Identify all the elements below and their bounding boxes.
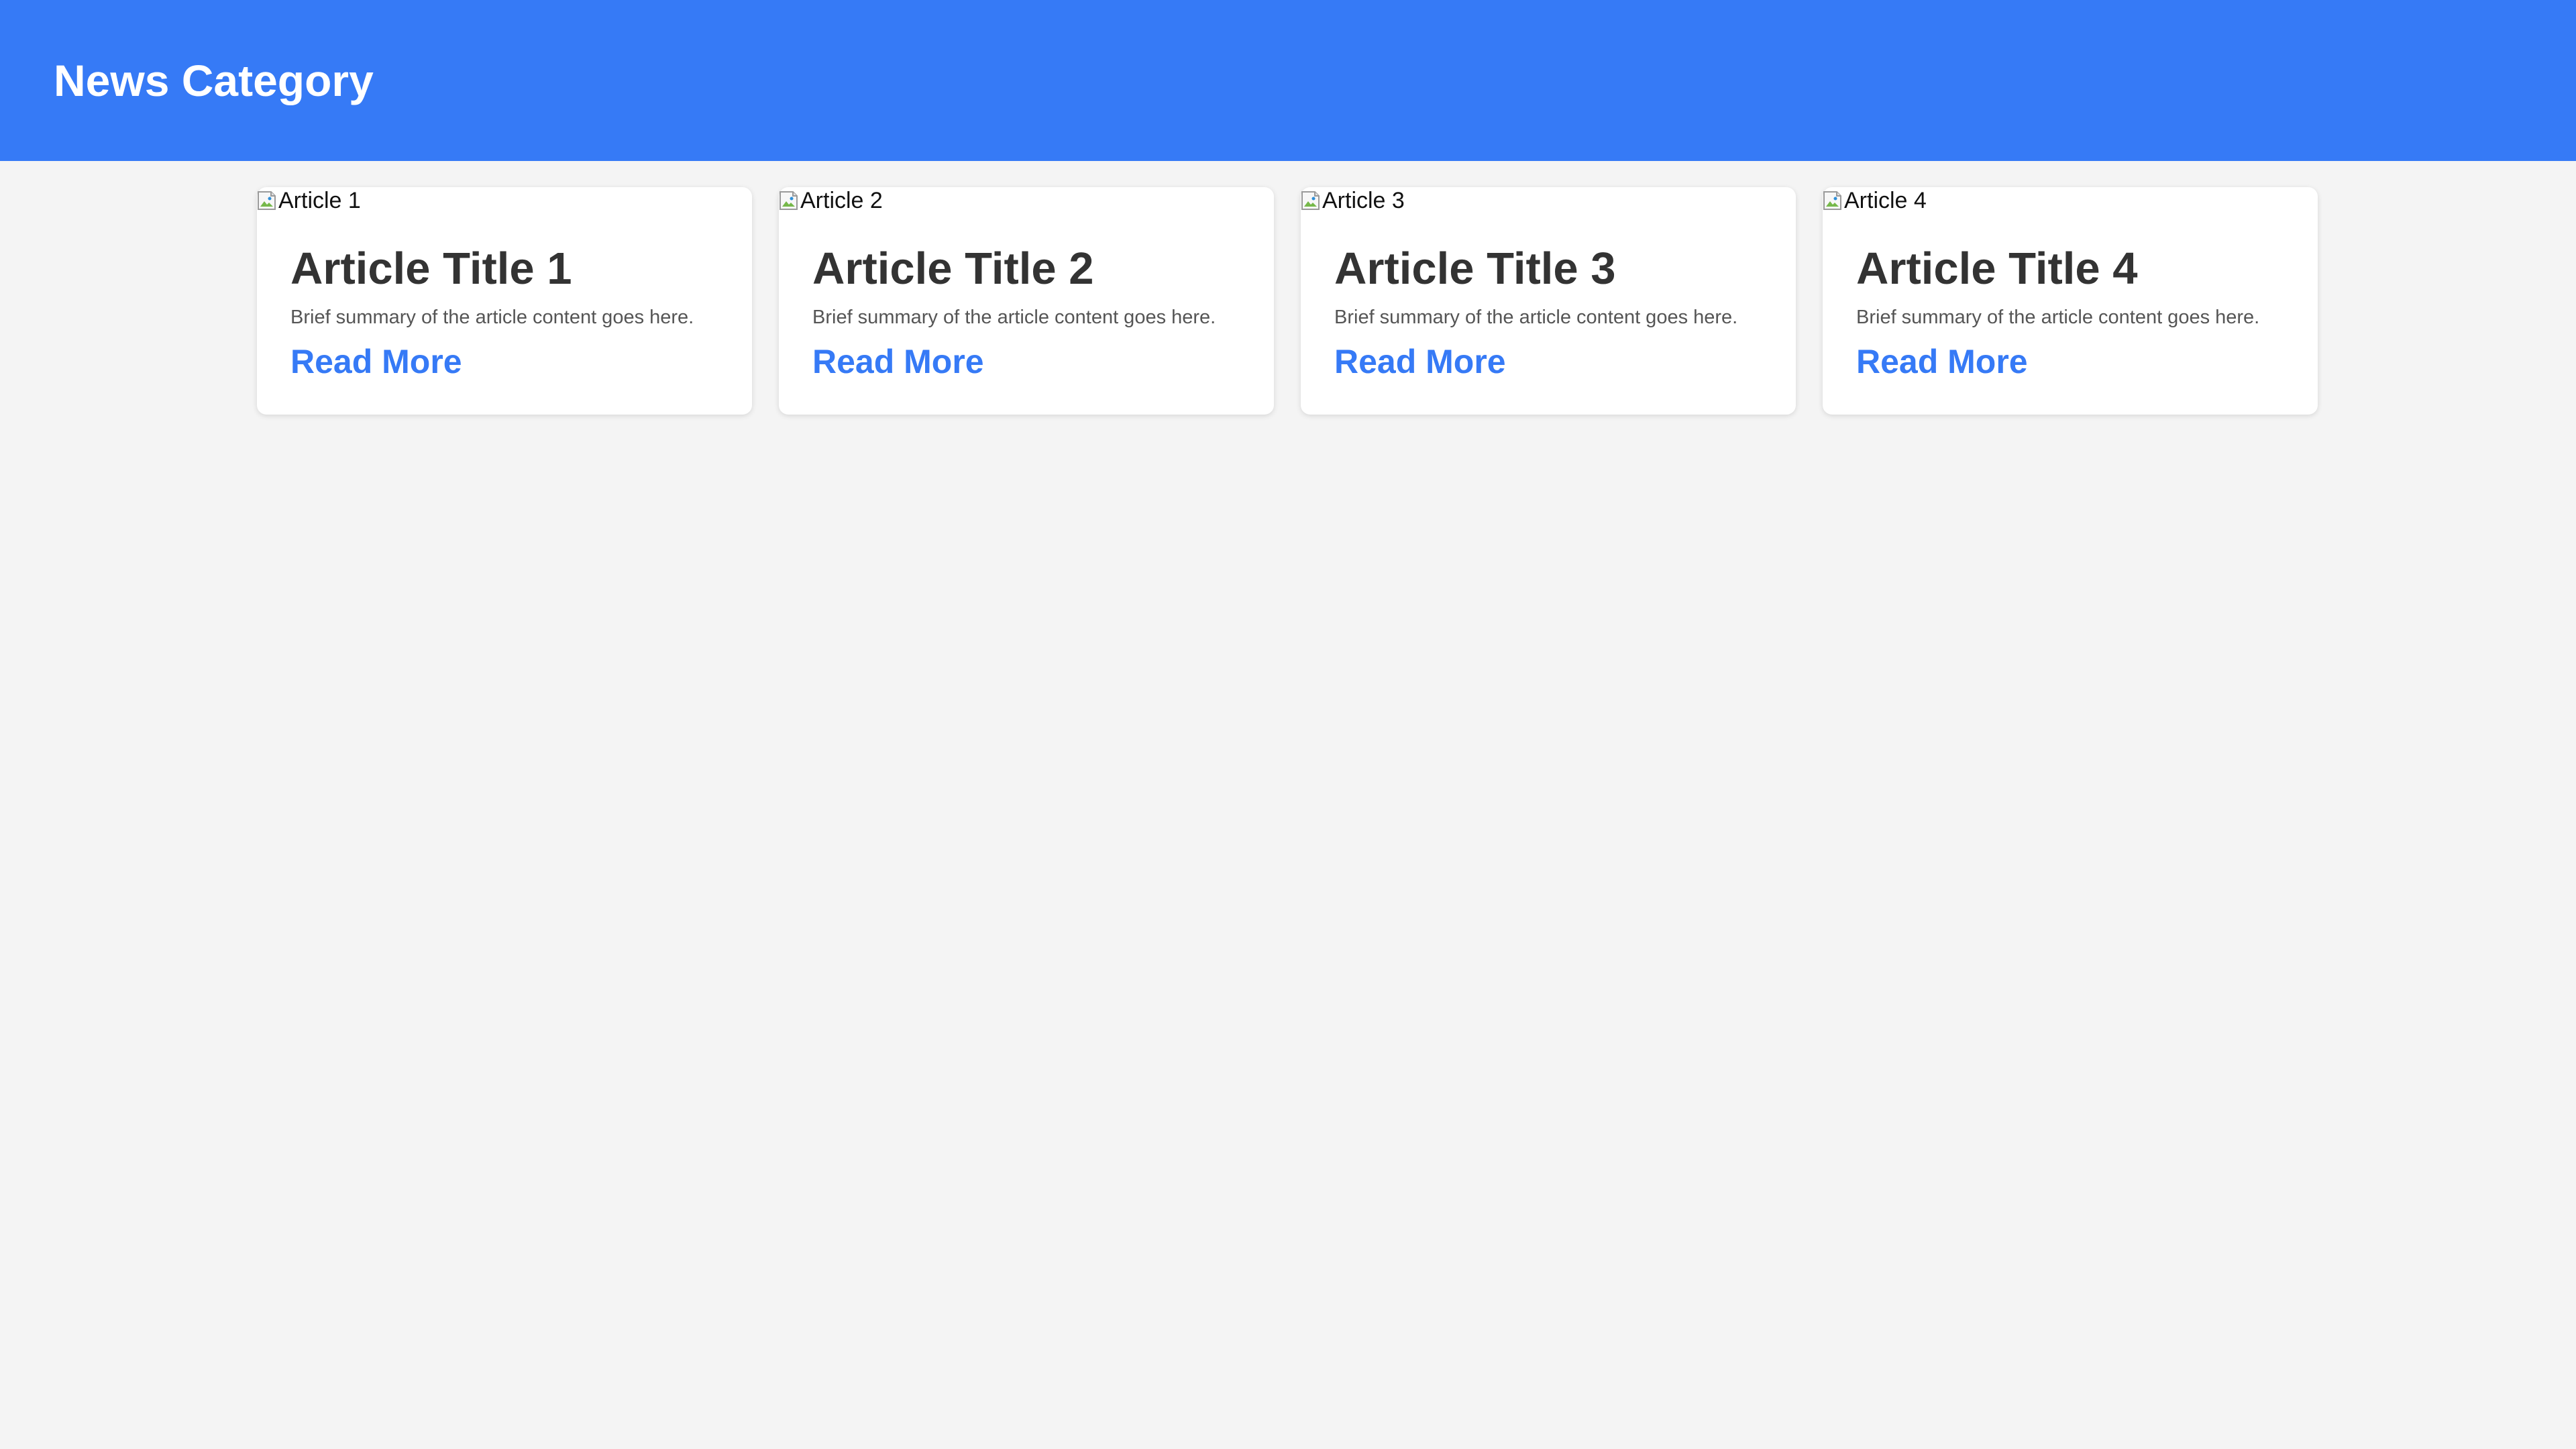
article-grid: Article 1 Article Title 1 Brief summary … xyxy=(257,187,2319,415)
article-title: Article Title 1 xyxy=(290,244,572,294)
read-more-link[interactable]: Read More xyxy=(290,338,462,385)
broken-image-icon xyxy=(257,190,277,211)
article-image-alt: Article 4 xyxy=(1844,188,1927,213)
article-card-2: Article 2 Article Title 2 Brief summary … xyxy=(779,187,1274,415)
article-image-4: Article 4 xyxy=(1823,187,1927,214)
article-summary: Brief summary of the article content goe… xyxy=(1856,307,2260,328)
broken-image-icon xyxy=(1301,190,1321,211)
article-summary: Brief summary of the article content goe… xyxy=(812,307,1216,328)
read-more-link[interactable]: Read More xyxy=(1856,338,2028,385)
article-title: Article Title 3 xyxy=(1334,244,1616,294)
page-header: News Category xyxy=(0,0,2576,161)
read-more-link[interactable]: Read More xyxy=(1334,338,1506,385)
article-image-alt: Article 3 xyxy=(1322,188,1405,213)
broken-image-icon xyxy=(1823,190,1843,211)
article-image-alt: Article 1 xyxy=(278,188,361,213)
article-image-3: Article 3 xyxy=(1301,187,1405,214)
article-image-2: Article 2 xyxy=(779,187,883,214)
article-card-3: Article 3 Article Title 3 Brief summary … xyxy=(1301,187,1796,415)
page-title: News Category xyxy=(54,56,374,105)
article-card-1: Article 1 Article Title 1 Brief summary … xyxy=(257,187,752,415)
read-more-link[interactable]: Read More xyxy=(812,338,984,385)
article-summary: Brief summary of the article content goe… xyxy=(290,307,694,328)
article-title: Article Title 2 xyxy=(812,244,1094,294)
article-card-4: Article 4 Article Title 4 Brief summary … xyxy=(1823,187,2318,415)
article-image-1: Article 1 xyxy=(257,187,361,214)
article-summary: Brief summary of the article content goe… xyxy=(1334,307,1738,328)
article-image-alt: Article 2 xyxy=(800,188,883,213)
broken-image-icon xyxy=(779,190,799,211)
article-title: Article Title 4 xyxy=(1856,244,2138,294)
